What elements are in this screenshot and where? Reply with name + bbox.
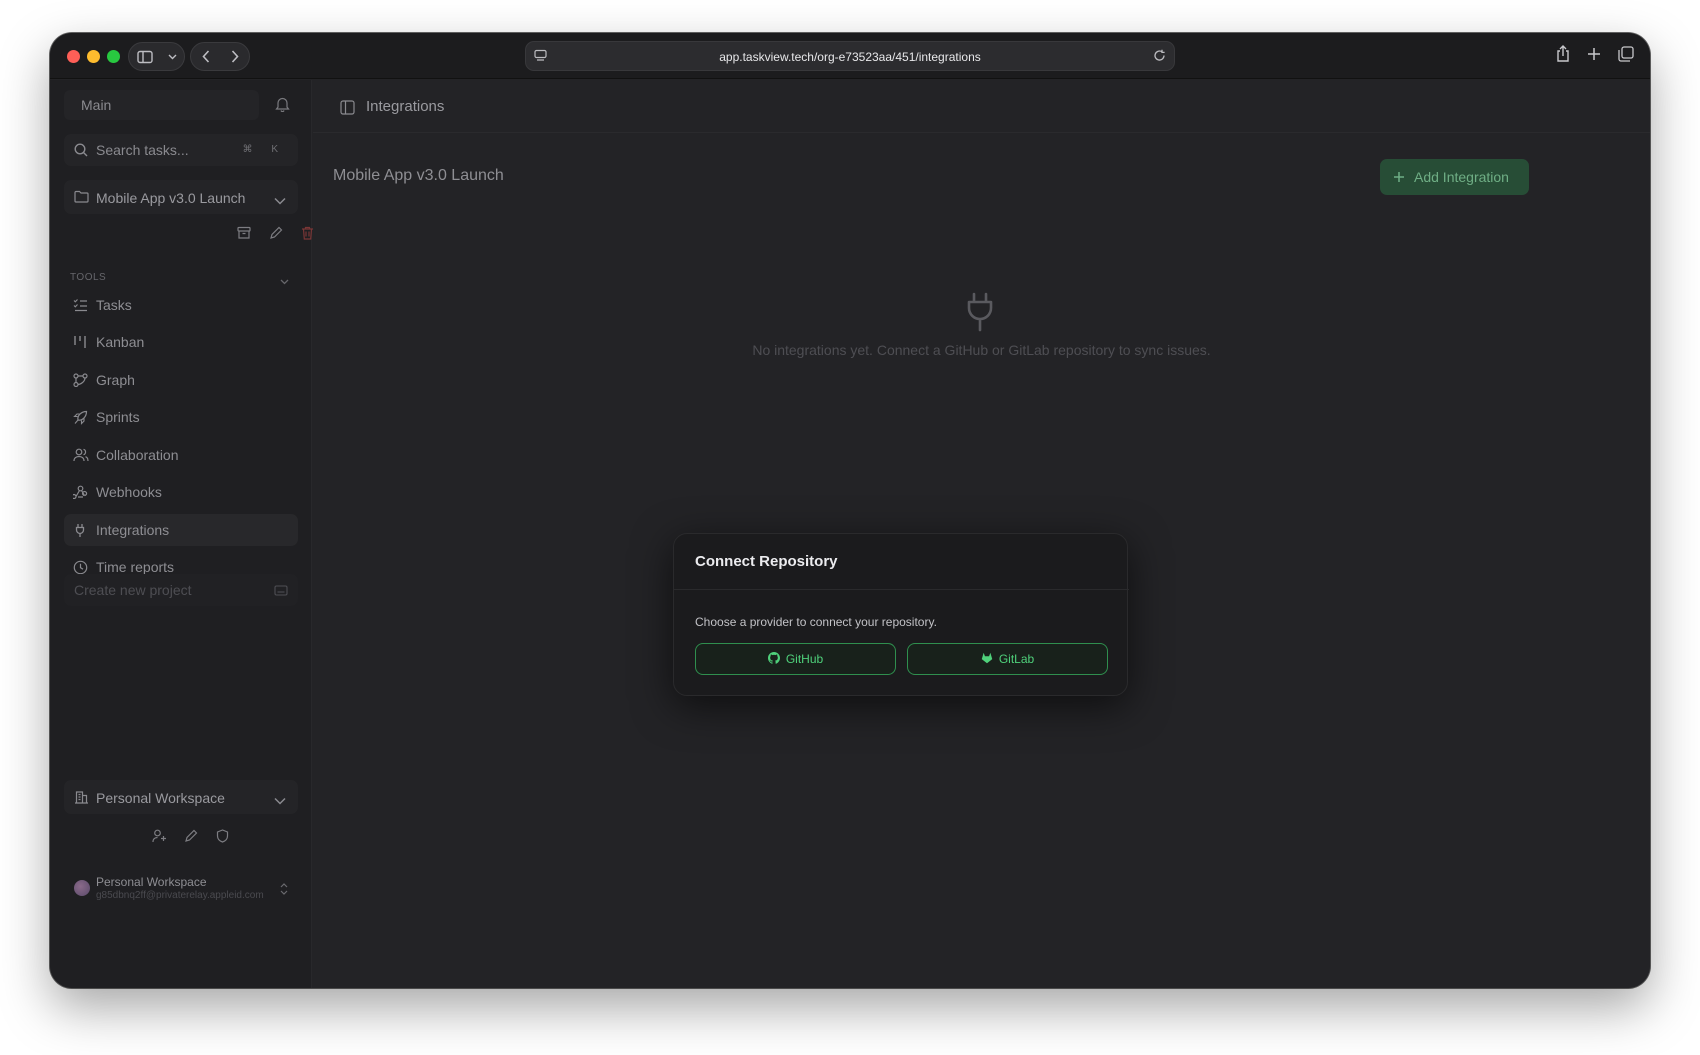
chevron-down-icon (274, 792, 286, 808)
sidebar-item-integrations[interactable]: Integrations (64, 514, 298, 546)
sidebar-item-label: Time reports (96, 559, 175, 575)
github-button[interactable]: GitHub (695, 643, 896, 675)
edit-workspace-icon[interactable] (184, 829, 198, 848)
add-member-icon[interactable] (152, 829, 167, 848)
minimize-window-button[interactable] (87, 50, 100, 63)
sidebar-item-label: Collaboration (96, 447, 179, 463)
workspace-name: Personal Workspace (96, 790, 225, 806)
plus-icon (1393, 170, 1405, 186)
plug-icon (73, 523, 87, 541)
close-window-button[interactable] (67, 50, 80, 63)
sidebar-item-label: Tasks (96, 297, 132, 313)
main-header: Integrations (313, 80, 1650, 133)
gitlab-icon (981, 652, 993, 667)
sidebar-item-kanban[interactable]: Kanban (64, 326, 298, 358)
gitlab-button[interactable]: GitLab (907, 643, 1108, 675)
shield-icon[interactable] (216, 829, 229, 848)
graph-icon (73, 373, 88, 390)
forward-icon[interactable] (231, 50, 239, 63)
create-project-input[interactable]: Create new project (64, 574, 298, 606)
search-icon (74, 143, 88, 160)
sidebar-item-label: Webhooks (96, 484, 162, 500)
edit-project-icon[interactable] (269, 226, 283, 245)
share-icon[interactable] (1556, 45, 1570, 67)
workspace-selector[interactable]: Personal Workspace (64, 780, 298, 814)
archive-icon[interactable] (237, 226, 251, 245)
connect-repository-modal: Connect Repository Choose a provider to … (673, 533, 1129, 696)
user-name: Personal Workspace (96, 875, 207, 889)
modal-description: Choose a provider to connect your reposi… (695, 615, 937, 629)
tools-section-label: TOOLS (70, 272, 107, 283)
sidebar-item-label: Graph (96, 372, 135, 388)
kanban-icon (73, 335, 88, 352)
browser-window: app.taskview.tech/org-e73523aa/451/integ… (50, 33, 1650, 988)
user-profile[interactable]: Personal Workspace g85dbnq2ff@privaterel… (64, 870, 298, 910)
webhook-icon (71, 485, 88, 502)
sidebar-item-label: Integrations (96, 522, 170, 538)
sidebar-toggle-icon[interactable] (136, 50, 153, 64)
reload-icon[interactable] (1153, 49, 1166, 65)
sidebar-panel-icon[interactable] (340, 100, 355, 120)
main-selector[interactable]: Main (64, 90, 259, 120)
add-integration-button[interactable]: Add Integration (1380, 159, 1529, 195)
app-container: Main Search tasks... ⌘ K Mobile App v3.0… (50, 80, 1650, 988)
sidebar-item-collaboration[interactable]: Collaboration (64, 439, 298, 471)
sidebar-item-label: Kanban (96, 334, 145, 350)
folder-icon (74, 190, 89, 206)
chevron-down-icon[interactable] (168, 54, 177, 60)
users-icon (73, 448, 89, 465)
github-label: GitHub (785, 652, 824, 666)
building-icon (74, 790, 89, 807)
keyboard-icon (274, 583, 288, 599)
search-input[interactable]: Search tasks... ⌘ K (64, 134, 298, 166)
chevron-down-icon (274, 192, 286, 208)
url-text[interactable]: app.taskview.tech/org-e73523aa/451/integ… (526, 50, 1174, 64)
create-project-placeholder: Create new project (74, 582, 192, 598)
page-title: Integrations (366, 98, 445, 115)
project-selector[interactable]: Mobile App v3.0 Launch (64, 180, 298, 214)
maximize-window-button[interactable] (107, 50, 120, 63)
navigation-group (190, 42, 250, 71)
browser-titlebar: app.taskview.tech/org-e73523aa/451/integ… (50, 33, 1650, 79)
sidebar-item-graph[interactable]: Graph (64, 364, 298, 396)
sidebar-toggle-group[interactable] (128, 42, 185, 71)
user-email: g85dbnq2ff@privaterelay.appleid.com (96, 890, 264, 901)
plug-icon (965, 292, 995, 337)
add-integration-label: Add Integration (1414, 169, 1509, 185)
sidebar-item-sprints[interactable]: Sprints (64, 401, 298, 433)
avatar (74, 880, 90, 896)
project-title: Mobile App v3.0 Launch (333, 167, 504, 184)
chevron-updown-icon (280, 882, 288, 900)
search-placeholder: Search tasks... (96, 142, 189, 158)
tasks-icon (73, 298, 88, 315)
address-bar[interactable]: app.taskview.tech/org-e73523aa/451/integ… (525, 41, 1175, 71)
sidebar-item-webhooks[interactable]: Webhooks (64, 476, 298, 508)
empty-state-text: No integrations yet. Connect a GitHub or… (752, 342, 1211, 358)
back-icon[interactable] (201, 50, 210, 63)
new-tab-icon[interactable] (1587, 47, 1601, 66)
modal-title: Connect Repository (695, 553, 838, 570)
search-shortcut: ⌘ K (242, 144, 286, 155)
tab-overview-icon[interactable] (1618, 46, 1634, 67)
gitlab-label: GitLab (998, 652, 1035, 666)
sidebar-item-tasks[interactable]: Tasks (64, 289, 298, 321)
github-icon (767, 651, 780, 667)
rocket-icon (73, 410, 88, 428)
project-name: Mobile App v3.0 Launch (96, 190, 246, 206)
bell-icon[interactable] (275, 96, 290, 117)
sidebar: Main Search tasks... ⌘ K Mobile App v3.0… (50, 80, 313, 988)
chevron-down-icon[interactable] (280, 272, 289, 290)
modal-divider (674, 589, 1129, 590)
sidebar-item-label: Sprints (96, 409, 140, 425)
